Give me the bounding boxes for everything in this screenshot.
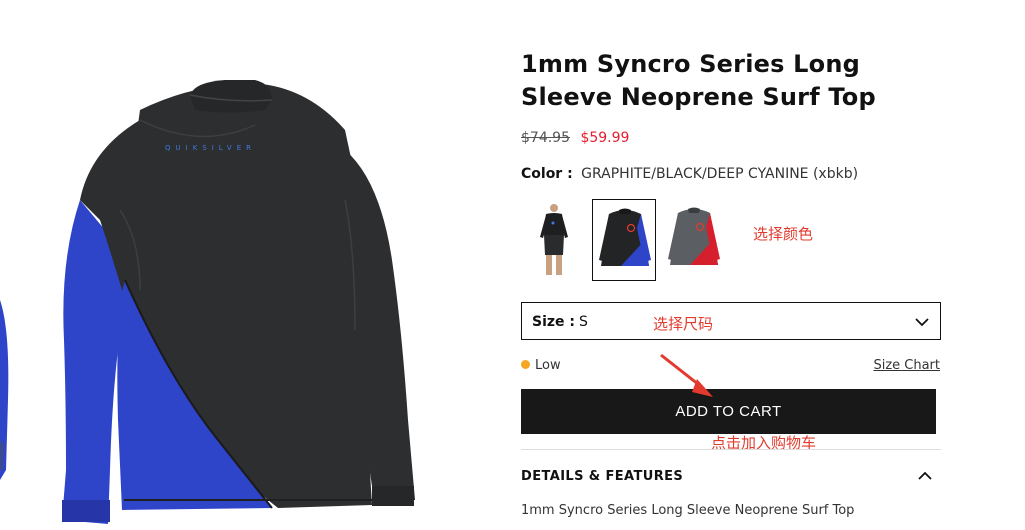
black-blue-top-thumbnail [599, 208, 651, 266]
original-price: $74.95 [521, 130, 570, 146]
size-chart-link[interactable]: Size Chart [873, 358, 940, 373]
color-row: Color : GRAPHITE/BLACK/DEEP CYANINE (xbk… [521, 166, 858, 182]
color-swatch-grey-red[interactable] [662, 199, 726, 281]
product-info-panel: 1mm Syncro Series Long Sleeve Neoprene S… [521, 0, 951, 530]
size-label: Size :S [532, 314, 588, 330]
details-features-toggle[interactable]: DETAILS & FEATURES [521, 467, 941, 487]
details-description: 1mm Syncro Series Long Sleeve Neoprene S… [521, 503, 855, 518]
brand-print-text: QUIKSILVER [165, 144, 256, 152]
product-main-image[interactable]: QUIKSILVER [0, 0, 505, 530]
annotation-select-size: 选择尺码 [653, 315, 714, 333]
color-swatch-graphite-black-deep-cyanine[interactable] [592, 199, 656, 281]
color-label: Color : [521, 166, 573, 182]
details-header: DETAILS & FEATURES [521, 469, 684, 484]
product-title: 1mm Syncro Series Long Sleeve Neoprene S… [521, 50, 876, 111]
size-select[interactable]: Size :S [521, 302, 941, 340]
color-swatch-model[interactable] [522, 199, 586, 281]
size-label-text: Size : [532, 314, 575, 330]
stock-text: Low [535, 358, 561, 373]
stock-dot-icon [521, 360, 530, 369]
color-value: GRAPHITE/BLACK/DEEP CYANINE (xbkb) [581, 166, 859, 182]
chevron-up-icon [917, 469, 933, 487]
stock-status: Low [521, 358, 561, 373]
price-row: $74.95 $59.99 [521, 130, 629, 146]
divider [521, 449, 941, 450]
add-to-cart-button[interactable]: ADD TO CART [521, 389, 936, 434]
wetsuit-back-image: QUIKSILVER [0, 80, 415, 524]
sale-price: $59.99 [580, 130, 630, 146]
chevron-down-icon [914, 315, 930, 333]
annotation-select-color: 选择颜色 [753, 225, 814, 243]
model-thumbnail [540, 204, 568, 275]
grey-red-top-thumbnail [668, 207, 720, 265]
size-value: S [579, 314, 588, 330]
